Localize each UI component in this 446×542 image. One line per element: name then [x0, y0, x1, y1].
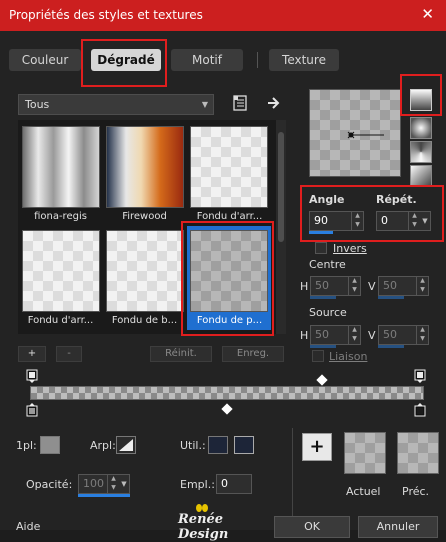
- stop-color-label: 1pl:: [16, 439, 37, 452]
- tab-motif[interactable]: Motif: [171, 49, 243, 71]
- center-label: Centre: [309, 258, 346, 271]
- opacity-stop-left-icon[interactable]: [26, 369, 38, 383]
- angle-repeat-highlight: [300, 185, 444, 242]
- reset-button[interactable]: Réinit.: [150, 346, 212, 362]
- watermark-logo: Renée Design: [178, 512, 229, 542]
- center-h-label: H: [300, 280, 309, 293]
- bottom-divider: [292, 428, 293, 518]
- gradient-thumb[interactable]: [106, 126, 184, 208]
- ok-button[interactable]: OK: [274, 516, 350, 538]
- radial-style-icon[interactable]: [410, 117, 432, 139]
- source-h-label: H: [300, 329, 309, 342]
- empl-label: Empl.:: [180, 478, 215, 491]
- source-v-value: 50: [383, 328, 397, 341]
- gradient-name: Firewood: [122, 211, 167, 222]
- tab-separator: [257, 52, 258, 68]
- center-h-input: 50 ▲ ▼: [310, 276, 361, 296]
- source-v-input: 50 ▲ ▼: [378, 325, 429, 345]
- source-label: Source: [309, 306, 347, 319]
- gallery-highlight: [181, 221, 274, 336]
- link-checkbox: [312, 350, 324, 362]
- chevron-down-icon: ▼: [121, 480, 127, 488]
- tab-texture[interactable]: Texture: [269, 49, 339, 71]
- center-h-spinner: ▲ ▼: [348, 276, 360, 296]
- source-h-slider: [310, 345, 336, 348]
- add-to-swatch-button[interactable]: +: [302, 433, 332, 461]
- arrow-right-icon[interactable]: [266, 95, 282, 111]
- arpl-swatch[interactable]: [116, 436, 136, 454]
- gradient-name: Fondu d'arr...: [27, 315, 94, 326]
- cancel-button[interactable]: Annuler: [358, 516, 438, 538]
- source-v-spinner: ▲ ▼: [416, 325, 428, 345]
- source-h-value: 50: [315, 328, 329, 341]
- style-highlight: [400, 74, 442, 116]
- previous-style-swatch[interactable]: [397, 432, 439, 474]
- category-dropdown[interactable]: Tous ▼: [18, 94, 214, 115]
- gradient-thumb[interactable]: [22, 126, 100, 208]
- title-bar: Propriétés des styles et textures ✕: [0, 0, 446, 31]
- category-value: Tous: [25, 98, 50, 111]
- library-icon[interactable]: [232, 95, 248, 111]
- color-stop-right-icon[interactable]: [414, 403, 426, 417]
- chevron-down-icon: ▼: [201, 100, 208, 109]
- angle-handle-icon[interactable]: [346, 128, 386, 142]
- empl-value: 0: [221, 477, 228, 490]
- sunburst-style-icon[interactable]: [410, 165, 432, 187]
- center-h-value: 50: [315, 279, 329, 292]
- source-v-label: V: [368, 329, 376, 342]
- empl-input[interactable]: 0: [216, 474, 252, 494]
- close-icon[interactable]: ✕: [421, 5, 434, 23]
- stop-color-swatch[interactable]: [40, 436, 60, 454]
- gradient-thumb[interactable]: [22, 230, 100, 312]
- util-label: Util.:: [180, 439, 206, 452]
- gradient-strip[interactable]: [30, 386, 424, 400]
- gradient-thumb[interactable]: [190, 126, 268, 208]
- opacity-label: Opacité:: [26, 478, 73, 491]
- invert-checkbox[interactable]: [315, 242, 327, 254]
- color-stop-left-icon[interactable]: [26, 403, 38, 417]
- opacity-value: 100: [83, 477, 104, 490]
- opacity-slider: [78, 494, 130, 497]
- gradient-name: fiona-regis: [34, 211, 87, 222]
- previous-label: Préc.: [402, 485, 430, 498]
- link-label: Liaison: [329, 350, 368, 363]
- rectangular-style-icon[interactable]: [410, 141, 432, 163]
- window-title: Propriétés des styles et textures: [9, 8, 203, 22]
- current-label: Actuel: [346, 485, 381, 498]
- opacity-spinner: ▲ ▼: [107, 474, 119, 494]
- source-v-slider: [378, 345, 404, 348]
- scrollbar-thumb[interactable]: [278, 132, 284, 242]
- save-button[interactable]: Enreg.: [222, 346, 284, 362]
- current-style-swatch[interactable]: [344, 432, 386, 474]
- center-v-value: 50: [383, 279, 397, 292]
- remove-gradient-button[interactable]: -: [56, 346, 82, 362]
- help-button[interactable]: Aide: [16, 520, 40, 533]
- invert-label: Invers: [333, 242, 367, 255]
- tab-highlight: [81, 39, 167, 87]
- add-gradient-button[interactable]: +: [18, 346, 46, 362]
- source-h-input: 50 ▲ ▼: [310, 325, 361, 345]
- center-v-spinner: ▲ ▼: [416, 276, 428, 296]
- center-v-slider: [378, 296, 404, 299]
- gallery-scrollbar[interactable]: [276, 120, 286, 334]
- tab-couleur[interactable]: Couleur: [9, 49, 81, 71]
- source-h-spinner: ▲ ▼: [348, 325, 360, 345]
- center-v-input: 50 ▲ ▼: [378, 276, 429, 296]
- arpl-label: Arpl:: [90, 439, 116, 452]
- butterfly-icon: [196, 504, 208, 514]
- util-color-1[interactable]: [208, 436, 228, 454]
- gradient-name: Fondu de b...: [111, 315, 178, 326]
- opacity-input: 100 ▲ ▼ ▼: [78, 474, 130, 494]
- gradient-thumb[interactable]: [106, 230, 184, 312]
- util-color-2[interactable]: [234, 436, 254, 454]
- opacity-stop-right-icon[interactable]: [414, 369, 426, 383]
- center-v-label: V: [368, 280, 376, 293]
- center-h-slider: [310, 296, 336, 299]
